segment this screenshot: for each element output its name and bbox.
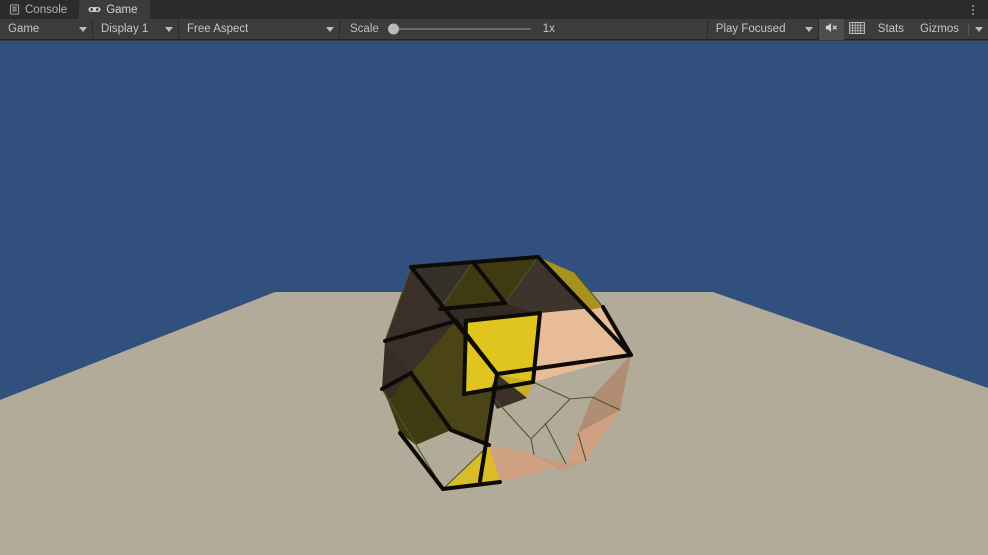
gizmos-dropdown-button[interactable]	[970, 19, 988, 40]
mute-audio-icon	[824, 21, 839, 37]
aspect-ratio-label: Free Aspect	[187, 23, 249, 35]
scale-slider[interactable]	[387, 19, 531, 40]
scale-control-group: Scale 1x	[340, 19, 555, 40]
scale-slider-knob[interactable]	[387, 23, 399, 35]
display-label: Display 1	[101, 23, 149, 35]
scale-slider-track	[391, 28, 531, 30]
tab-console[interactable]: Console	[0, 0, 80, 19]
stats-label: Stats	[877, 23, 905, 35]
kebab-menu-icon[interactable]	[962, 0, 984, 19]
rendered-scene	[0, 41, 988, 555]
chevron-down-icon	[975, 26, 983, 32]
scale-label: Scale	[350, 23, 379, 35]
unity-game-view-window: Console Game Game Display 1 Free Aspect …	[0, 0, 988, 555]
chevron-down-icon	[804, 26, 813, 32]
chevron-down-icon	[165, 26, 173, 32]
gamepad-icon	[88, 4, 101, 15]
tab-game[interactable]: Game	[79, 0, 150, 19]
game-view-type-label: Game	[8, 23, 40, 35]
tab-bar-spacer	[149, 0, 962, 19]
chevron-down-icon	[326, 26, 334, 32]
chevron-down-icon	[79, 26, 87, 32]
console-icon	[9, 4, 20, 15]
game-view-toolbar: Game Display 1 Free Aspect Scale 1x Play…	[0, 18, 988, 40]
game-viewport[interactable]	[0, 41, 988, 555]
window-tab-bar: Console Game	[0, 0, 988, 19]
play-mode-dropdown[interactable]: Play Focused	[708, 19, 818, 40]
stats-button[interactable]: Stats	[870, 19, 912, 40]
mute-audio-button[interactable]	[818, 18, 844, 40]
aspect-ratio-dropdown[interactable]: Free Aspect	[179, 19, 339, 40]
aspect-frame-icon	[848, 21, 865, 37]
tab-game-label: Game	[106, 3, 138, 16]
game-view-type-dropdown[interactable]: Game	[0, 19, 92, 40]
gizmos-button[interactable]: Gizmos	[912, 19, 967, 40]
gizmos-label: Gizmos	[920, 23, 959, 35]
gizmos-divider	[968, 22, 969, 36]
aspect-frame-button[interactable]	[844, 19, 870, 40]
scale-value-label: 1x	[542, 23, 555, 35]
play-mode-label: Play Focused	[715, 23, 786, 35]
gizmos-control-group: Gizmos	[912, 19, 988, 40]
tab-console-label: Console	[25, 3, 68, 16]
display-dropdown[interactable]: Display 1	[93, 19, 178, 40]
